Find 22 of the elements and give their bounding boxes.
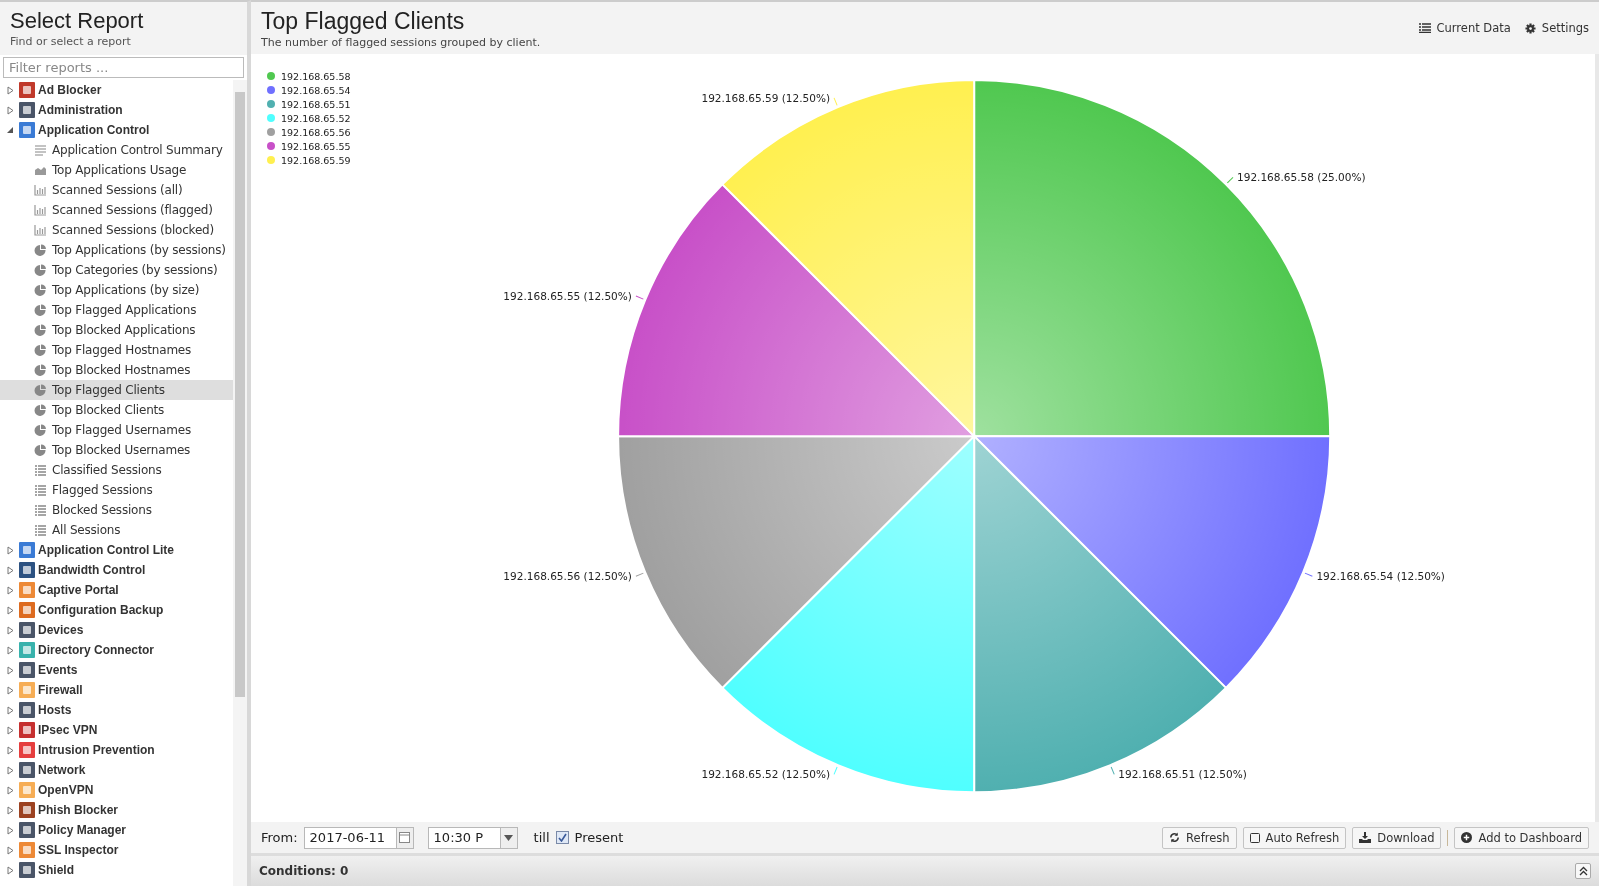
legend-label: 192.168.65.58 xyxy=(281,70,351,82)
from-label: From: xyxy=(261,830,298,846)
slice-label: 192.168.65.56 (12.50%) xyxy=(503,570,632,583)
conditions-label: Conditions: 0 xyxy=(259,864,349,879)
report-description: The number of flagged sessions grouped by client. xyxy=(261,36,541,49)
legend-label: 192.168.65.55 xyxy=(281,140,351,152)
legend-label: 192.168.65.51 xyxy=(281,98,351,110)
slice-label: 192.168.65.51 (12.50%) xyxy=(1118,768,1247,781)
legend-label: 192.168.65.59 xyxy=(281,154,351,166)
sidebar-subtitle: Find or select a report xyxy=(10,35,132,48)
legend-label: 192.168.65.52 xyxy=(281,112,351,124)
report-title: Top Flagged Clients xyxy=(261,8,466,35)
legend-label: 192.168.65.54 xyxy=(281,84,351,96)
slice-label: 192.168.65.59 (12.50%) xyxy=(701,91,831,104)
slice-label: 192.168.65.58 (25.00%) xyxy=(1237,171,1366,184)
till-label: till xyxy=(533,830,550,846)
present-label: Present xyxy=(574,830,624,846)
slice-label: 192.168.65.55 (12.50%) xyxy=(503,289,632,302)
legend-label: 192.168.65.56 xyxy=(281,126,351,138)
slice-label: 192.168.65.54 (12.50%) xyxy=(1316,570,1445,583)
slice-label: 192.168.65.52 (12.50%) xyxy=(701,768,831,781)
sidebar-title: Select Report xyxy=(10,8,145,34)
